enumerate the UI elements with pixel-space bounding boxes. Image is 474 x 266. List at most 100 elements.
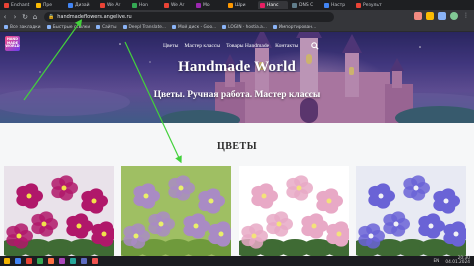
tab-favicon-icon [36,2,41,8]
tab-label: We Ar [171,2,185,8]
tab-favicon-icon [356,2,361,8]
tab-favicon-icon [4,2,9,8]
bookmark-icon [172,25,176,29]
tab-strip: Enchant Пре Дизай We Ar Hon We Ar Мо Шри Hanc DNS… [0,0,474,10]
tab-favicon-icon [196,2,201,8]
menu-item-flowers[interactable]: Цветы [163,43,178,49]
tab-label: Enchant [11,2,30,8]
bookmark-label: Импортирован... [278,24,317,30]
main-menu: Цветы Мастер классы Товары Handmade Конт… [163,41,319,50]
profile-icon[interactable] [450,12,458,20]
url-text[interactable]: handmadeflowers.angelive.ru [57,14,132,20]
bookmark-icon [4,25,8,29]
bookmark-item[interactable]: Все закладки [4,25,41,30]
tab-label: Настр [331,2,346,8]
flower-photo [356,166,466,256]
bookmark-icon [96,25,101,29]
browser-tab[interactable]: Мо [194,1,224,9]
flower-photo [239,166,349,256]
browser-tab[interactable]: Результ [354,1,384,9]
taskbar-app-icon[interactable] [70,258,76,264]
hero-banner: HAND MADE WORLD Цветы Мастер классы Това… [0,32,474,123]
menu-item-contacts[interactable]: Контакты [275,43,298,49]
extension-icon[interactable] [438,12,446,20]
menu-item-handmade-goods[interactable]: Товары Handmade [226,43,269,49]
tab-label: Шри [235,2,246,8]
bookmark-icon [122,25,127,29]
product-card-lilac-violets-green-frills[interactable] [121,166,231,256]
language-indicator[interactable]: EN [433,259,439,264]
browser-tab[interactable]: We Ar [162,1,192,9]
browser-tab[interactable]: Enchant [2,1,32,9]
url-bar[interactable]: 🔒 handmadeflowers.angelive.ru [44,11,334,22]
taskbar: EN 20:30 04.01.2024 [0,256,474,266]
product-card-magenta-violets[interactable] [4,166,114,256]
tab-label: Пре [43,2,53,8]
flower-blossom [326,221,349,247]
tab-favicon-icon [292,2,297,8]
tab-label: DNS C [299,2,314,8]
taskbar-app-icon[interactable] [92,258,98,264]
system-tray: EN 20:30 04.01.2024 [433,256,470,266]
search-icon[interactable] [310,41,319,50]
tab-label: We Ar [107,2,121,8]
taskbar-app-icon[interactable] [4,258,10,264]
browser-tab[interactable]: Дизай [66,1,96,9]
browser-tab[interactable]: Hanc [258,1,288,9]
taskbar-app-icon[interactable] [59,258,65,264]
site-logo[interactable]: HAND MADE WORLD [5,36,20,51]
clock-date: 04.01.2024 [445,260,470,266]
bookmark-item[interactable]: Импортирован... [272,24,317,30]
section-title: ЦВЕТЫ [216,141,258,152]
bookmark-item[interactable]: Быстрые ссылки [46,24,91,30]
product-card-blue-bellflowers[interactable] [356,166,466,256]
taskbar-app-icon[interactable] [37,258,43,264]
tab-favicon-icon [324,2,329,8]
bookmark-label: Сайты [102,24,117,30]
bookmark-label: Deepl Translate... [128,24,167,30]
bookmark-item[interactable]: Сайты [96,24,117,30]
extension-icon[interactable] [426,12,434,20]
forward-icon[interactable]: › [10,12,20,22]
bookmark-item[interactable]: Deepl Translate... [122,24,167,30]
bookmark-label: Мой диск - Goo... [178,24,217,30]
tab-label: Hon [139,2,148,8]
bookmark-label: Быстрые ссылки [52,24,91,30]
tab-favicon-icon [68,2,73,8]
product-card-pink-violets[interactable] [239,166,349,256]
flower-photo [121,166,231,256]
tab-label: Hanc [267,2,279,8]
browser-tab[interactable]: Настр [322,1,352,9]
browser-tab[interactable]: We Ar [98,1,128,9]
home-icon[interactable]: ⌂ [30,12,40,22]
taskbar-app-icon[interactable] [26,258,32,264]
browser-tab[interactable]: Hon [130,1,160,9]
bookmark-label: LOGIN · hostia.a... [228,24,267,30]
tab-label: Дизай [75,2,90,8]
taskbar-app-icon[interactable] [81,258,87,264]
back-icon[interactable]: ‹ [0,12,10,22]
web-page: HAND MADE WORLD Цветы Мастер классы Това… [0,32,474,256]
flower-blossom [91,221,114,247]
flower-photo [4,166,114,256]
tab-favicon-icon [260,2,265,8]
extension-icon[interactable] [414,12,422,20]
taskbar-app-icon[interactable] [15,258,21,264]
tab-label: Мо [203,2,210,8]
menu-item-workshops[interactable]: Мастер классы [184,43,220,49]
menu-icon[interactable]: ⋮ [462,12,470,20]
bookmark-label: Все закладки [10,24,41,30]
site-title: Handmade World [178,59,296,75]
browser-tab[interactable]: Пре [34,1,64,9]
clock[interactable]: 20:30 04.01.2024 [445,256,470,266]
bookmark-icon [272,25,277,29]
browser-tab[interactable]: DNS C [290,1,320,9]
bookmark-item[interactable]: LOGIN · hostia.a... [222,25,267,30]
bookmark-item[interactable]: Мой диск - Goo... [172,25,216,30]
tab-favicon-icon [164,2,169,8]
browser-tab[interactable]: Шри [226,1,256,9]
reload-icon[interactable]: ↻ [20,12,30,22]
site-tagline: Цветы. Ручная работа. Мастер классы [153,90,321,100]
tab-favicon-icon [132,2,137,8]
taskbar-app-icon[interactable] [48,258,54,264]
